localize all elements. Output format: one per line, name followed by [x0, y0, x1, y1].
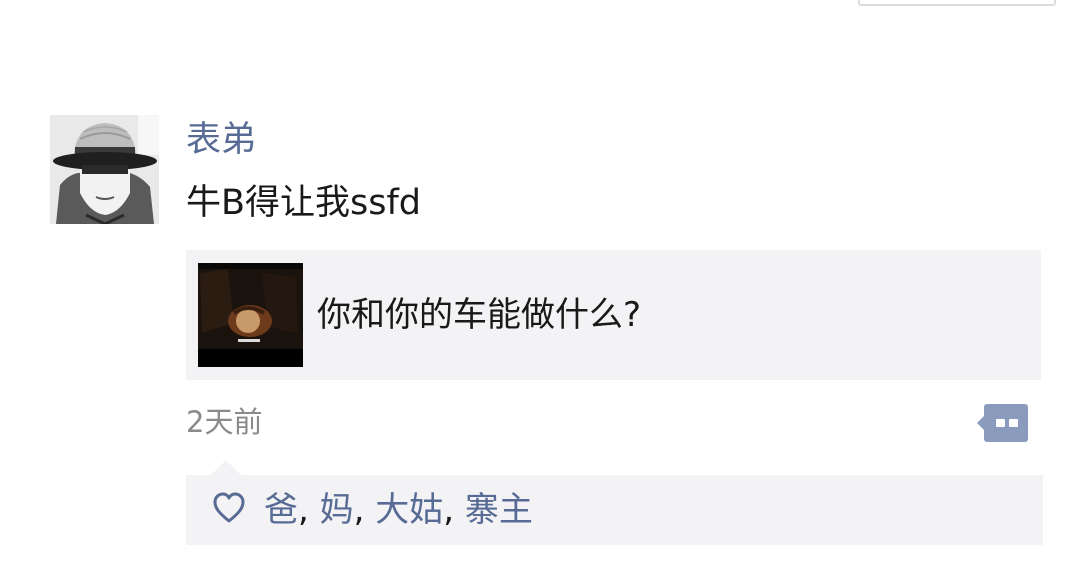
heart-outline-icon	[213, 492, 245, 523]
link-thumbnail	[198, 263, 303, 367]
moments-feed: 表弟 牛B得让我ssfd 你和你的车能做什么? 2天前 爸, 妈, 大姑, 寨主	[0, 0, 1080, 575]
comment-dots-icon	[977, 404, 1028, 442]
previous-item-edge	[858, 0, 1056, 6]
avatar-illustration	[50, 115, 159, 224]
post-text: 牛B得让我ssfd	[186, 183, 422, 223]
link-title: 你和你的车能做什么?	[317, 295, 642, 335]
liker-name[interactable]: 爸	[264, 490, 298, 530]
liker-separator: ,	[298, 490, 320, 530]
likes-section: 爸, 妈, 大姑, 寨主	[186, 475, 1043, 545]
comment-menu-button[interactable]	[976, 404, 1030, 442]
liker-name[interactable]: 妈	[320, 490, 354, 530]
liker-name[interactable]: 寨主	[465, 490, 533, 530]
likes-caret	[210, 460, 242, 476]
liker-separator: ,	[443, 490, 465, 530]
liker-separator: ,	[353, 490, 376, 530]
post-timestamp: 2天前	[186, 405, 263, 439]
liker-list: 爸, 妈, 大姑, 寨主	[264, 487, 533, 533]
shared-link-card[interactable]: 你和你的车能做什么?	[186, 250, 1041, 380]
video-still-image	[198, 263, 303, 367]
author-name[interactable]: 表弟	[186, 117, 256, 163]
liker-name[interactable]: 大姑	[375, 490, 443, 530]
avatar[interactable]	[50, 115, 159, 224]
